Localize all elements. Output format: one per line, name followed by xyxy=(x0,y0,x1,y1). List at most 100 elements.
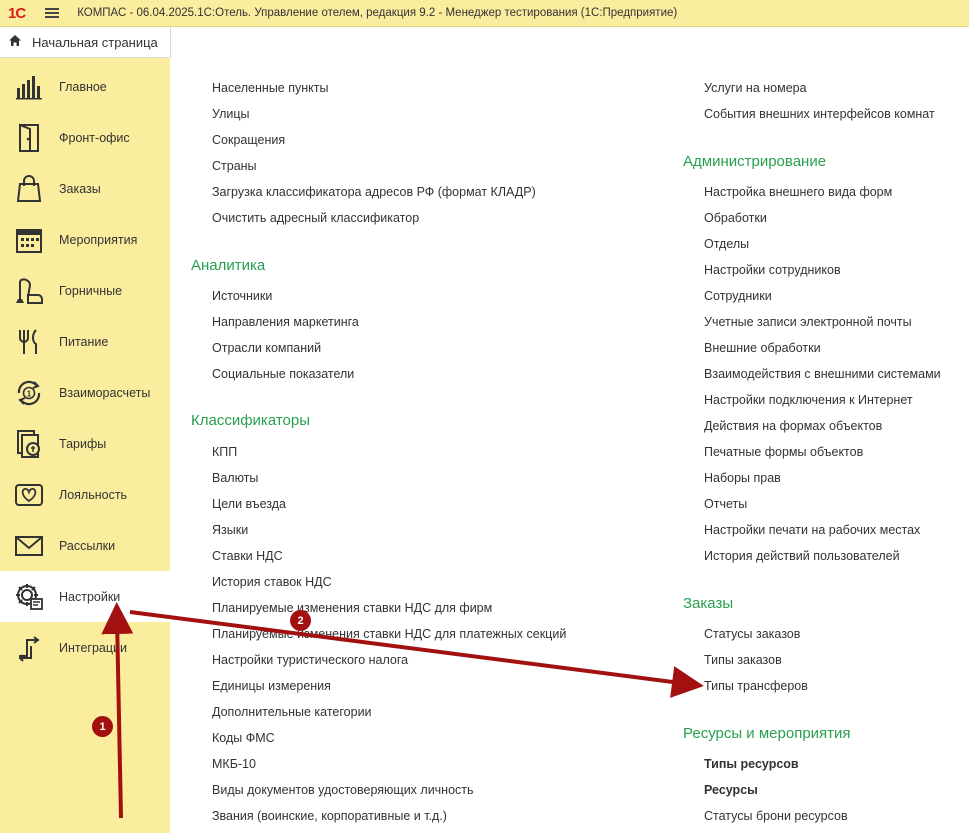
sidebar-item-food[interactable]: Питание xyxy=(0,316,170,367)
fork-knife-icon xyxy=(14,327,44,357)
tariff-icon xyxy=(14,429,44,459)
link-ranks[interactable]: Звания (воинские, корпоративные и т.д.) xyxy=(212,809,447,823)
annotation-badge-1: 1 xyxy=(92,716,113,737)
sidebar-item-label: Заказы xyxy=(59,181,101,196)
link-marketing-directions[interactable]: Направления маркетинга xyxy=(212,315,359,329)
sidebar-item-loyalty[interactable]: Лояльность xyxy=(0,469,170,520)
shopping-bag-icon xyxy=(14,174,44,204)
sidebar-item-settlements[interactable]: 1 Взаиморасчеты xyxy=(0,367,170,418)
home-icon xyxy=(8,34,22,50)
link-clear-address-classifier[interactable]: Очистить адресный классификатор xyxy=(212,211,419,225)
link-transfer-types[interactable]: Типы трансферов xyxy=(704,679,808,693)
section-title-classifiers: Классификаторы xyxy=(191,412,311,429)
section-title-orders: Заказы xyxy=(683,595,734,612)
link-order-statuses[interactable]: Статусы заказов xyxy=(704,627,800,641)
link-vat-rates[interactable]: Ставки НДС xyxy=(212,549,283,563)
integration-arrows-icon xyxy=(14,633,44,663)
link-settlements[interactable]: Населенные пункты xyxy=(212,81,328,95)
link-workplace-print-settings[interactable]: Настройки печати на рабочих местах xyxy=(704,523,920,537)
link-vat-changes-payment-sections[interactable]: Планируемые изменения ставки НДС для пла… xyxy=(212,627,566,641)
sidebar-item-label: Мероприятия xyxy=(59,232,138,247)
link-internet-settings[interactable]: Настройки подключения к Интернет xyxy=(704,393,913,407)
link-vat-history[interactable]: История ставок НДС xyxy=(212,575,332,589)
calendar-icon xyxy=(14,225,44,255)
sidebar: Главное Фронт-офис Заказы Мероприятия Го… xyxy=(0,58,170,833)
link-order-types[interactable]: Типы заказов xyxy=(704,653,782,667)
door-icon xyxy=(14,123,44,153)
link-company-industries[interactable]: Отрасли компаний xyxy=(212,341,321,355)
1c-logo: 1С xyxy=(8,4,26,22)
link-kpp[interactable]: КПП xyxy=(212,445,237,459)
link-fms-codes[interactable]: Коды ФМС xyxy=(212,731,275,745)
sidebar-item-label: Тарифы xyxy=(59,436,107,451)
sidebar-item-label: Рассылки xyxy=(59,538,116,553)
home-page-label: Начальная страница xyxy=(32,34,158,50)
sidebar-item-settings[interactable]: Настройки xyxy=(0,571,170,622)
link-sources[interactable]: Источники xyxy=(212,289,272,303)
link-entry-purposes[interactable]: Цели въезда xyxy=(212,497,286,511)
sidebar-item-label: Фронт-офис xyxy=(59,130,130,145)
link-email-accounts[interactable]: Учетные записи электронной почты xyxy=(704,315,912,329)
link-social-indicators[interactable]: Социальные показатели xyxy=(212,367,354,381)
sidebar-item-orders[interactable]: Заказы xyxy=(0,163,170,214)
sidebar-item-label: Лояльность xyxy=(59,487,128,502)
link-form-actions[interactable]: Действия на формах объектов xyxy=(704,419,882,433)
svg-text:1: 1 xyxy=(27,389,32,398)
sidebar-item-main[interactable]: Главное xyxy=(0,61,170,112)
link-employee-settings[interactable]: Настройки сотрудников xyxy=(704,263,841,277)
sidebar-item-label: Интеграции xyxy=(59,640,128,655)
sidebar-item-tariffs[interactable]: Тарифы xyxy=(0,418,170,469)
link-icd10[interactable]: МКБ-10 xyxy=(212,757,256,771)
section-title-administration: Администрирование xyxy=(683,153,827,170)
link-room-interface-events[interactable]: События внешних интерфейсов комнат xyxy=(704,107,935,121)
link-vat-changes-firms[interactable]: Планируемые изменения ставки НДС для фир… xyxy=(212,601,492,615)
link-abbreviations[interactable]: Сокращения xyxy=(212,133,285,147)
link-employees[interactable]: Сотрудники xyxy=(704,289,772,303)
sidebar-item-label: Настройки xyxy=(59,589,121,604)
sidebar-item-events[interactable]: Мероприятия xyxy=(0,214,170,265)
gear-icon xyxy=(14,582,44,612)
link-countries[interactable]: Страны xyxy=(212,159,257,173)
link-streets[interactable]: Улицы xyxy=(212,107,250,121)
link-resources[interactable]: Ресурсы xyxy=(704,783,758,797)
envelope-icon xyxy=(14,531,44,561)
vacuum-icon xyxy=(14,276,44,306)
link-room-services[interactable]: Услуги на номера xyxy=(704,81,807,95)
sidebar-item-mailings[interactable]: Рассылки xyxy=(0,520,170,571)
link-rights-sets[interactable]: Наборы прав xyxy=(704,471,781,485)
link-external-systems[interactable]: Взаимодействия с внешними системами xyxy=(704,367,941,381)
sidebar-item-front-office[interactable]: Фронт-офис xyxy=(0,112,170,163)
home-page-tab[interactable]: Начальная страница xyxy=(0,27,171,58)
link-currencies[interactable]: Валюты xyxy=(212,471,258,485)
sidebar-item-label: Горничные xyxy=(59,283,123,298)
bar-chart-icon xyxy=(14,72,44,102)
section-title-resources: Ресурсы и мероприятия xyxy=(683,725,851,742)
link-user-action-history[interactable]: История действий пользователей xyxy=(704,549,900,563)
menu-icon[interactable] xyxy=(45,8,60,18)
link-additional-categories[interactable]: Дополнительные категории xyxy=(212,705,372,719)
link-resource-booking-statuses[interactable]: Статусы брони ресурсов xyxy=(704,809,848,823)
sidebar-item-label: Взаиморасчеты xyxy=(59,385,151,400)
link-tourist-tax-settings[interactable]: Настройки туристического налога xyxy=(212,653,408,667)
link-external-processors[interactable]: Внешние обработки xyxy=(704,341,821,355)
link-form-appearance[interactable]: Настройка внешнего вида форм xyxy=(704,185,892,199)
settlement-cycle-icon: 1 xyxy=(14,378,44,408)
arrow-to-transfer-types xyxy=(129,610,704,698)
link-departments[interactable]: Отделы xyxy=(704,237,749,251)
link-languages[interactable]: Языки xyxy=(212,523,248,537)
link-load-kladr[interactable]: Загрузка классификатора адресов РФ (форм… xyxy=(212,185,536,199)
sidebar-item-label: Главное xyxy=(59,79,107,94)
link-data-processors[interactable]: Обработки xyxy=(704,211,767,225)
link-units[interactable]: Единицы измерения xyxy=(212,679,331,693)
sidebar-item-label: Питание xyxy=(59,334,109,349)
window-title: КОМПАС - 06.04.2025.1С:Отель. Управление… xyxy=(77,7,678,19)
link-reports[interactable]: Отчеты xyxy=(704,497,747,511)
annotation-badge-2: 2 xyxy=(290,610,311,631)
heart-card-icon xyxy=(14,480,44,510)
link-resource-types[interactable]: Типы ресурсов xyxy=(704,757,799,771)
sidebar-item-housekeeping[interactable]: Горничные xyxy=(0,265,170,316)
link-print-forms[interactable]: Печатные формы объектов xyxy=(704,445,863,459)
link-id-document-types[interactable]: Виды документов удостоверяющих личность xyxy=(212,783,474,797)
sidebar-item-integrations[interactable]: Интеграции xyxy=(0,622,170,673)
section-title-analytics: Аналитика xyxy=(191,257,266,274)
